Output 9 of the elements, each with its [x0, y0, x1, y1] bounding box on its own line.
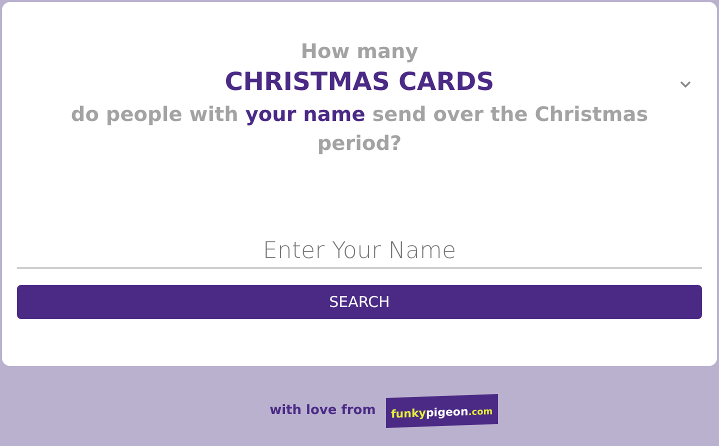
search-button[interactable]: SEARCH: [17, 285, 702, 319]
heading-intro: How many: [300, 38, 418, 64]
chevron-icon: [680, 81, 691, 88]
heading-topic: CHRISTMAS CARDS: [224, 66, 494, 98]
name-input-field[interactable]: Enter Your Name: [17, 236, 702, 269]
footer-text: with love from: [270, 402, 376, 420]
heading-question: do people with your name send over the Christmas period?: [70, 101, 650, 157]
logo-text: funkypigeon.com: [390, 404, 492, 421]
logo[interactable]: funkypigeon.com: [386, 394, 498, 428]
